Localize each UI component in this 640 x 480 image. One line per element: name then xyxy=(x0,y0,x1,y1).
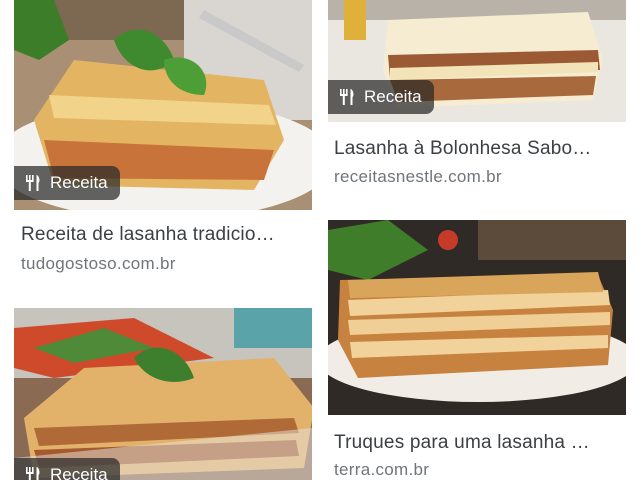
recipe-badge: Receita xyxy=(14,166,120,200)
lasagna-image xyxy=(14,308,312,480)
fork-knife-icon xyxy=(26,175,40,191)
recipe-badge-label: Receita xyxy=(364,87,422,106)
lasagna-thumbnail-2[interactable]: Receita xyxy=(328,0,626,122)
result-site: terra.com.br xyxy=(334,460,430,479)
result-site: tudogostoso.com.br xyxy=(21,254,176,273)
lasagna-thumbnail-1[interactable]: Receita xyxy=(14,0,312,210)
lasagna-thumbnail-3[interactable]: Receita xyxy=(14,308,312,480)
recipe-badge-label: Receita xyxy=(50,465,108,480)
lasagna-image xyxy=(328,220,626,415)
result-title[interactable]: Lasanha à Bolonhesa Sabo… xyxy=(334,138,624,160)
recipe-badge-label: Receita xyxy=(50,173,108,192)
result-title[interactable]: Receita de lasanha tradicio… xyxy=(21,224,311,246)
fork-knife-icon xyxy=(26,467,40,480)
result-title[interactable]: Truques para uma lasanha … xyxy=(334,432,624,454)
lasagna-thumbnail-4[interactable] xyxy=(328,220,626,415)
recipe-badge: Receita xyxy=(328,80,434,114)
result-site: receitasnestle.com.br xyxy=(334,167,502,186)
recipe-badge: Receita xyxy=(14,458,120,480)
fork-knife-icon xyxy=(340,89,354,105)
